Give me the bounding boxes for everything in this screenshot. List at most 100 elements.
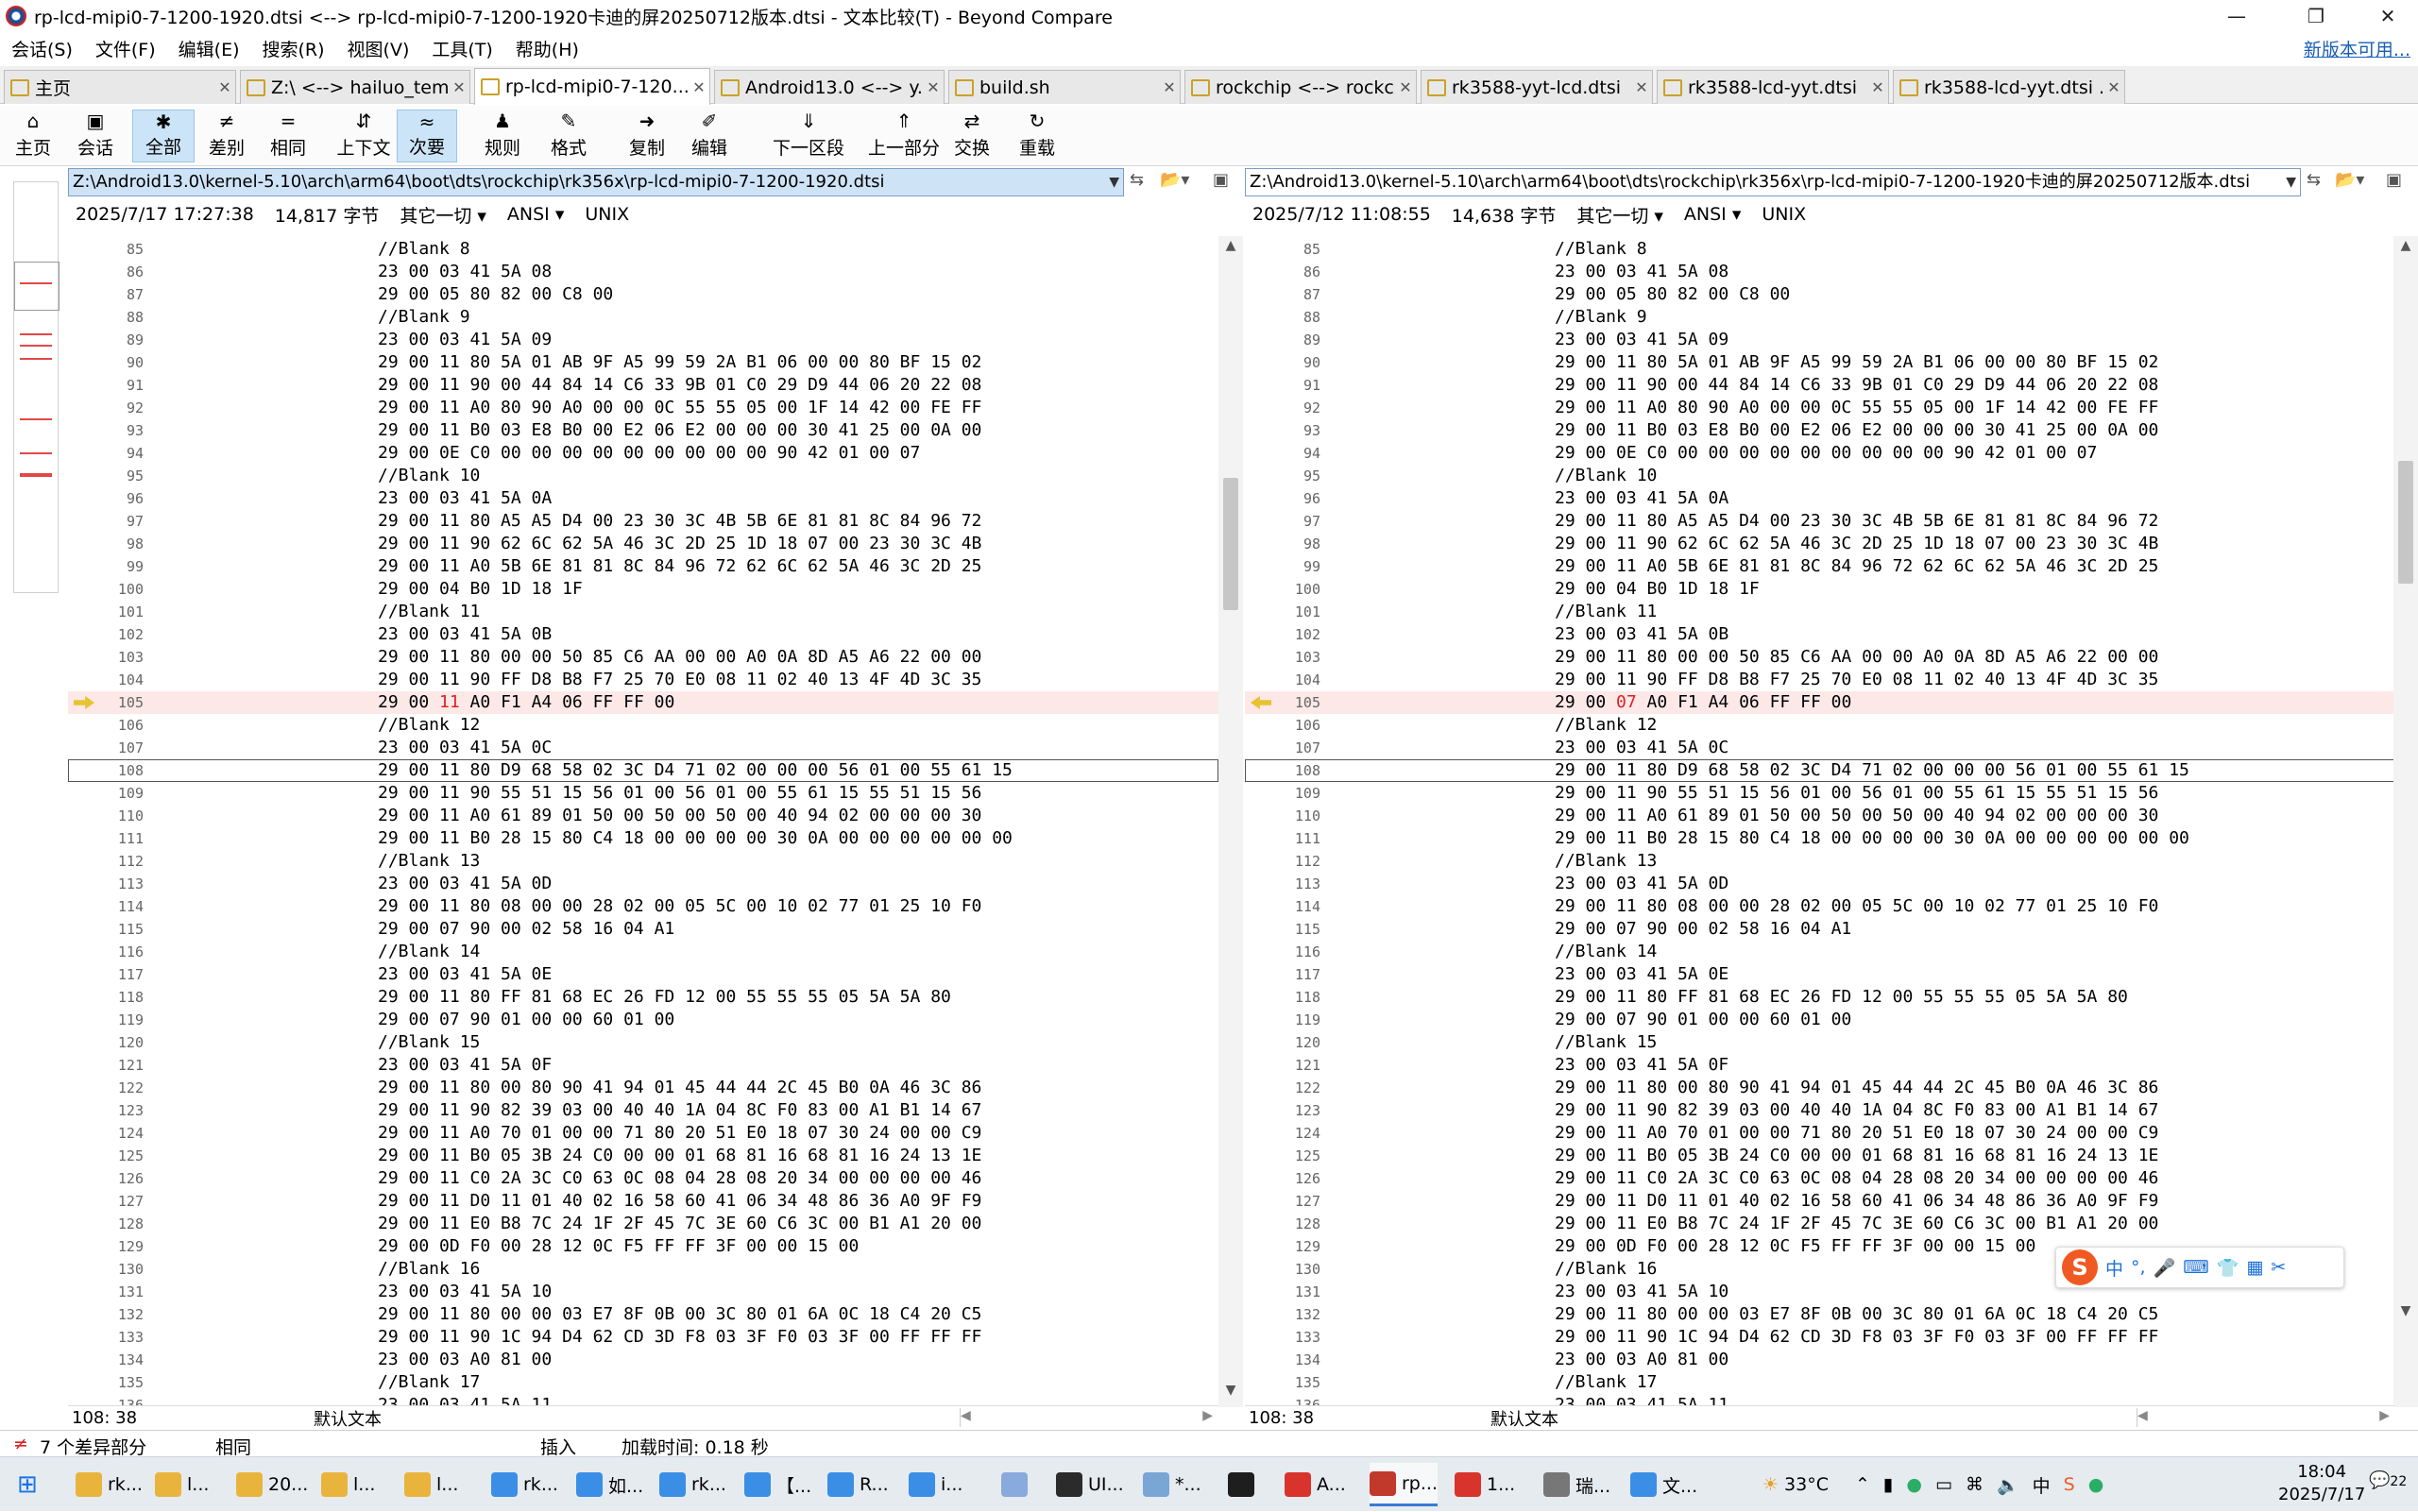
text-line[interactable]: 134 23 00 03 A0 81 00: [68, 1349, 1218, 1371]
text-line[interactable]: 103 29 00 11 80 00 00 50 85 C6 AA 00 00 A…: [1245, 646, 2395, 669]
text-line[interactable]: 116 //Blank 14: [68, 941, 1218, 963]
text-line[interactable]: 108 29 00 11 80 D9 68 58 02 3C D4 71 02 0…: [1245, 759, 2395, 782]
toolbar-edit-button[interactable]: ✐ 编辑: [680, 110, 739, 162]
text-line[interactable]: 104 29 00 11 90 FF D8 B8 F7 25 70 E0 08 1…: [1245, 669, 2395, 691]
text-line[interactable]: 123 29 00 11 90 82 39 03 00 40 40 1A 04 8…: [1245, 1099, 2395, 1122]
text-line[interactable]: 88 //Blank 9: [1245, 306, 2395, 329]
taskbar-app-17[interactable]: 1...: [1455, 1463, 1515, 1506]
left-other-dropdown[interactable]: 其它一切 ▾: [400, 202, 486, 228]
text-line[interactable]: 111 29 00 11 B0 28 15 80 C4 18 00 00 00 0…: [1245, 827, 2395, 850]
text-line[interactable]: 104 29 00 11 90 FF D8 B8 F7 25 70 E0 08 1…: [68, 669, 1218, 691]
history-icon[interactable]: ⇆: [1130, 170, 1144, 190]
tab-2[interactable]: rp-lcd-mipi0-7-120... ✕: [474, 68, 710, 105]
text-line[interactable]: 117 23 00 03 41 5A 0E: [1245, 963, 2395, 986]
text-line[interactable]: 95 //Blank 10: [1245, 465, 2395, 487]
text-line[interactable]: 89 23 00 03 41 5A 09: [68, 329, 1218, 351]
text-line[interactable]: 132 29 00 11 80 00 00 03 E7 8F 0B 00 3C 8…: [1245, 1303, 2395, 1326]
tray-volume-icon[interactable]: 🔈: [1997, 1474, 2019, 1496]
text-line[interactable]: 112 //Blank 13: [1245, 850, 2395, 873]
text-line[interactable]: 125 29 00 11 B0 05 3B 24 C0 00 00 01 68 8…: [1245, 1145, 2395, 1167]
toolbar-session-button[interactable]: ▣ 会话: [66, 110, 125, 162]
close-icon[interactable]: ✕: [449, 78, 469, 96]
taskbar-app-12[interactable]: UI...: [1056, 1463, 1124, 1506]
close-icon[interactable]: ✕: [1867, 78, 1888, 96]
right-path-input[interactable]: Z:\Android13.0\kernel-5.10\arch\arm64\bo…: [1245, 168, 2301, 196]
text-line[interactable]: 87 29 00 05 80 82 00 C8 00: [1245, 283, 2395, 306]
text-line[interactable]: 118 29 00 11 80 FF 81 68 EC 26 FD 12 00 5…: [68, 986, 1218, 1009]
tab-0[interactable]: 主页 ✕: [4, 70, 236, 104]
close-icon[interactable]: ✕: [2103, 78, 2124, 96]
text-line[interactable]: 115 29 00 07 90 00 02 58 16 04 A1: [68, 918, 1218, 941]
taskbar-app-1[interactable]: l...: [155, 1463, 209, 1506]
left-vertical-scrollbar[interactable]: ▲ ▼: [1218, 236, 1243, 1407]
clock[interactable]: 18:04 2025/7/17: [2278, 1461, 2365, 1506]
taskbar-app-9[interactable]: R...: [827, 1463, 889, 1506]
text-line[interactable]: 91 29 00 11 90 00 44 84 14 C6 33 9B 01 C0…: [68, 374, 1218, 397]
taskbar-app-4[interactable]: l...: [404, 1463, 458, 1506]
ime-toolbar[interactable]: S 中 °, 🎤 ⌨ 👕 ▦ ✂: [2055, 1247, 2344, 1288]
tab-8[interactable]: rk3588-lcd-yyt.dtsi ... ✕: [1893, 70, 2125, 104]
text-line[interactable]: 93 29 00 11 B0 03 E8 B0 00 E2 06 E2 00 00…: [68, 419, 1218, 442]
tray-ime-icon[interactable]: 中: [2033, 1472, 2051, 1498]
taskbar-app-7[interactable]: rk...: [659, 1463, 726, 1506]
text-line[interactable]: 114 29 00 11 80 08 00 00 28 02 00 05 5C 0…: [1245, 895, 2395, 918]
weather-icon[interactable]: ☀: [1762, 1474, 1779, 1495]
keyboard-icon[interactable]: ⌨: [2183, 1257, 2208, 1278]
text-line[interactable]: 110 29 00 11 A0 61 89 01 50 00 50 00 50 0…: [68, 805, 1218, 827]
close-icon[interactable]: ✕: [214, 78, 235, 96]
diff-overview-map[interactable]: [13, 181, 60, 593]
menu-session[interactable]: 会话(S): [0, 36, 84, 61]
taskbar-app-10[interactable]: i...: [909, 1463, 962, 1506]
text-line[interactable]: 109 29 00 11 90 55 51 15 56 01 00 56 01 0…: [1245, 782, 2395, 805]
text-line[interactable]: 100 29 00 04 B0 1D 18 1F: [68, 578, 1218, 601]
text-line[interactable]: 128 29 00 11 E0 B8 7C 24 1F 2F 45 7C 3E 6…: [68, 1213, 1218, 1235]
text-line[interactable]: 123 29 00 11 90 82 39 03 00 40 40 1A 04 8…: [68, 1099, 1218, 1122]
taskbar-app-11[interactable]: [1001, 1463, 1033, 1506]
sogou-logo-icon[interactable]: S: [2062, 1249, 2098, 1285]
diff-line[interactable]: 105 29 00 07 A0 F1 A4 06 FF FF 00: [1245, 691, 2395, 714]
toolbar-copy-button[interactable]: ➜ 复制: [618, 110, 676, 162]
history-icon[interactable]: ⇆: [2307, 170, 2321, 190]
text-line[interactable]: 106 //Blank 12: [68, 714, 1218, 737]
menu-edit[interactable]: 编辑(E): [167, 36, 251, 61]
text-line[interactable]: 121 23 00 03 41 5A 0F: [68, 1054, 1218, 1077]
text-line[interactable]: 124 29 00 11 A0 70 01 00 00 71 80 20 51 E…: [68, 1122, 1218, 1145]
text-line[interactable]: 95 //Blank 10: [68, 465, 1218, 487]
scroll-up-icon[interactable]: ▲: [1218, 238, 1243, 253]
text-line[interactable]: 102 23 00 03 41 5A 0B: [1245, 623, 2395, 646]
skin-icon[interactable]: 👕: [2217, 1257, 2239, 1279]
toolbar-swap-button[interactable]: ⇄ 交换: [943, 110, 1001, 162]
text-line[interactable]: 98 29 00 11 90 62 6C 62 5A 46 3C 2D 25 1D…: [1245, 533, 2395, 555]
tab-4[interactable]: build.sh ✕: [948, 70, 1181, 104]
notification-center[interactable]: 💬22: [2369, 1470, 2407, 1490]
minimize-button[interactable]: —: [2206, 0, 2267, 32]
text-line[interactable]: 90 29 00 11 80 5A 01 AB 9F A5 99 59 2A B1…: [68, 351, 1218, 374]
taskbar-app-15[interactable]: A...: [1285, 1463, 1346, 1506]
taskbar-app-8[interactable]: 【...: [744, 1463, 811, 1506]
scroll-up-icon[interactable]: ▲: [2393, 238, 2418, 253]
tray-sogou-icon[interactable]: S: [2064, 1474, 2075, 1495]
text-line[interactable]: 88 //Blank 9: [68, 306, 1218, 329]
folder-open-icon[interactable]: 📂▾: [1160, 170, 1189, 190]
scroll-down-icon[interactable]: ▼: [2393, 1303, 2418, 1318]
ime-punctuation-icon[interactable]: °,: [2131, 1257, 2146, 1278]
taskbar-app-5[interactable]: rk...: [491, 1463, 558, 1506]
scroll-down-icon[interactable]: ▼: [1218, 1383, 1243, 1398]
text-line[interactable]: 127 29 00 11 D0 11 01 40 02 16 58 60 41 0…: [68, 1190, 1218, 1213]
toolbar-reload-button[interactable]: ↻ 重载: [1007, 110, 1067, 162]
toolbar-minor-button[interactable]: ≈ 次要: [397, 110, 457, 162]
text-line[interactable]: 135 //Blank 17: [1245, 1371, 2395, 1394]
toolbar-prev-part-button[interactable]: ⇑ 上一部分: [868, 110, 940, 162]
taskbar-app-18[interactable]: 瑞...: [1543, 1463, 1610, 1506]
text-line[interactable]: 106 //Blank 12: [1245, 714, 2395, 737]
text-line[interactable]: 99 29 00 11 A0 5B 6E 81 81 8C 84 96 72 62…: [68, 555, 1218, 578]
text-line[interactable]: 102 23 00 03 41 5A 0B: [68, 623, 1218, 646]
text-line[interactable]: 133 29 00 11 90 1C 94 D4 62 CD 3D F8 03 3…: [1245, 1326, 2395, 1349]
chevron-up-icon[interactable]: ⌃: [1855, 1474, 1870, 1495]
toolbar-home-button[interactable]: ⌂ 主页: [8, 110, 59, 162]
text-line[interactable]: 97 29 00 11 80 A5 A5 D4 00 23 30 3C 4B 5B…: [68, 510, 1218, 533]
text-line[interactable]: 101 //Blank 11: [68, 601, 1218, 623]
text-line[interactable]: 103 29 00 11 80 00 00 50 85 C6 AA 00 00 A…: [68, 646, 1218, 669]
text-line[interactable]: 94 29 00 0E C0 00 00 00 00 00 00 00 00 00…: [68, 442, 1218, 465]
close-icon[interactable]: ✕: [923, 78, 944, 96]
